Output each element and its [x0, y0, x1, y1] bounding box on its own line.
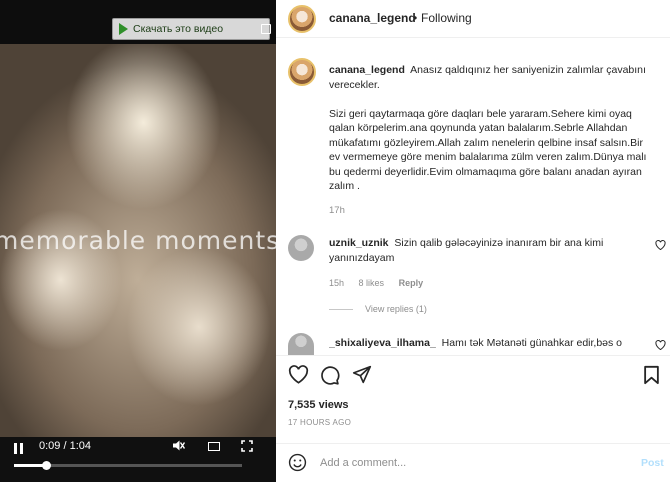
following-button[interactable]: Following [421, 11, 472, 25]
bookmark-icon[interactable] [643, 365, 660, 390]
like-comment-icon[interactable] [655, 340, 666, 354]
comment-likes[interactable]: 8 likes [359, 278, 385, 288]
play-triangle-icon [119, 23, 128, 35]
video-progress-bar[interactable] [14, 461, 242, 470]
post-timestamp[interactable]: 17 HOURS AGO [288, 418, 351, 427]
comment-text: Hamı tək Mətanəti günahkar edir,bəs o [441, 337, 623, 349]
download-video-button[interactable]: Скачать это видео [112, 18, 270, 40]
player-controls: 0:09 / 1:04 [0, 437, 276, 482]
comment-username[interactable]: _shixaliyeva_ilhama_ [329, 337, 436, 349]
caption-paragraph: Sizi geri qaytarmaqa göre daqları bele y… [329, 107, 647, 193]
time-display: 0:09 / 1:04 [39, 440, 91, 452]
post-caption: canana_legend Anasız qaldıqınız her sani… [329, 63, 647, 208]
video-player[interactable]: memorable moments Скачать это видео 0:09… [0, 0, 276, 482]
reply-button[interactable]: Reply [399, 278, 424, 288]
post-details-panel: canana_legend • Following canana_legend … [276, 0, 670, 482]
expand-icon[interactable] [261, 24, 271, 34]
view-count[interactable]: 7,535 views [288, 399, 349, 411]
caption-timestamp[interactable]: 17h [329, 205, 345, 216]
picture-in-picture-icon[interactable] [208, 442, 220, 451]
mute-icon[interactable] [172, 439, 186, 455]
download-video-label: Скачать это видео [133, 23, 224, 35]
commenter-avatar[interactable] [288, 333, 314, 355]
emoji-icon[interactable] [288, 453, 307, 477]
view-replies-label: View replies (1) [365, 304, 427, 314]
comment: _shixaliyeva_ilhama_ Hamı tək Mətanəti g… [329, 336, 629, 351]
header-separator: • [413, 11, 418, 25]
caption-avatar[interactable] [288, 58, 316, 86]
instagram-post-modal: memorable moments Скачать это видео 0:09… [0, 0, 670, 482]
replies-divider [329, 309, 353, 311]
heart-icon[interactable] [288, 365, 309, 389]
post-actions: 7,535 views 17 HOURS AGO [276, 355, 670, 439]
comment-icon[interactable] [320, 365, 340, 390]
comment-username[interactable]: uznik_uznik [329, 237, 389, 249]
comment-meta: 15h 8 likes Reply [329, 278, 423, 288]
commenter-avatar[interactable] [288, 235, 314, 261]
author-avatar[interactable] [288, 5, 316, 33]
author-username[interactable]: canana_legend [329, 11, 416, 25]
video-progress-handle[interactable] [41, 461, 51, 470]
comment-time[interactable]: 15h [329, 278, 344, 288]
fullscreen-icon[interactable] [241, 440, 253, 455]
video-watermark: memorable moments [0, 226, 276, 255]
view-replies-button[interactable]: View replies (1) [329, 304, 427, 314]
pause-icon[interactable] [14, 443, 24, 454]
add-comment-bar: Post [276, 443, 670, 482]
comment-input[interactable] [320, 453, 610, 473]
share-icon[interactable] [352, 365, 372, 389]
like-comment-icon[interactable] [655, 240, 666, 253]
caption-username[interactable]: canana_legend [329, 64, 405, 76]
comment: uznik_uznik Sizin qalib gələcəyinizə ina… [329, 236, 629, 266]
post-header: canana_legend • Following [276, 0, 670, 38]
post-button[interactable]: Post [641, 457, 664, 469]
